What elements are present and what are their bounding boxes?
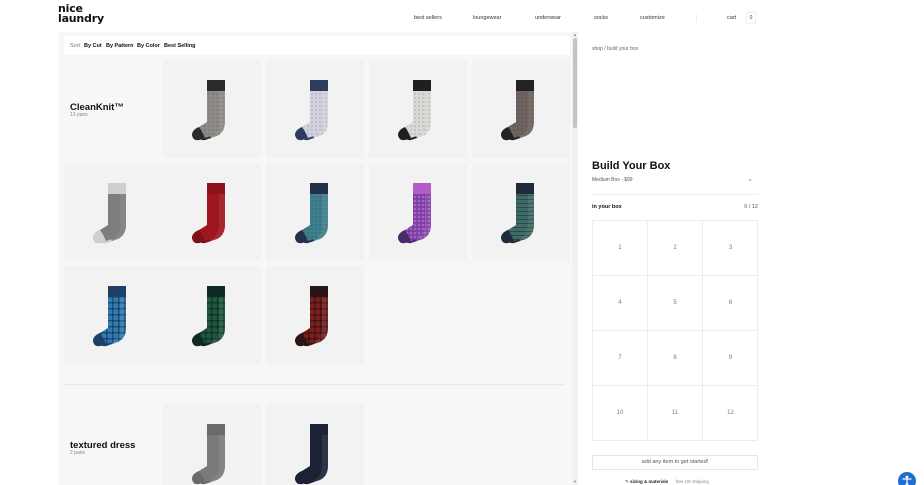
shipping-note: free US shipping (675, 479, 709, 484)
section-divider (64, 384, 564, 385)
product-tile[interactable] (472, 60, 570, 158)
sort-label: Sort (70, 43, 81, 49)
build-box-title: Build Your Box (592, 160, 671, 172)
sizing-materials-link[interactable]: sizing & materials (630, 479, 668, 484)
box-slot[interactable]: 2 (648, 221, 703, 276)
nav-divider (696, 14, 697, 22)
sock-image (192, 286, 225, 347)
box-slot[interactable]: 5 (648, 276, 703, 331)
sock-image (501, 80, 534, 141)
box-slot[interactable]: 8 (648, 331, 703, 386)
box-size-select[interactable]: Medium Box - $99 ⌄ (592, 175, 758, 187)
panel-footer: ✎ sizing & materials free US shipping (625, 479, 709, 485)
box-slot[interactable]: 1 (593, 221, 648, 276)
brand-logo[interactable]: nice laundry (58, 3, 104, 25)
sock-image (93, 286, 126, 347)
catalog-scroll-thumb[interactable] (573, 38, 577, 128)
sort-best-selling[interactable]: Best Selling (164, 43, 195, 49)
ruler-icon: ✎ (625, 479, 629, 484)
box-slot[interactable]: 11 (648, 386, 703, 441)
sock-image (192, 80, 225, 141)
product-tile[interactable] (266, 163, 364, 261)
product-tile[interactable] (163, 404, 261, 485)
product-tile[interactable] (64, 266, 162, 364)
add-item-prompt[interactable]: add any item to get started! (592, 455, 758, 470)
accessibility-icon (902, 475, 912, 485)
product-tile[interactable] (163, 266, 261, 364)
nav-underwear[interactable]: underwear (535, 15, 561, 21)
sock-image (501, 183, 534, 244)
nav-loungewear[interactable]: loungewear (473, 15, 501, 21)
sock-image (192, 424, 225, 485)
nav-customize[interactable]: customize (640, 15, 665, 21)
sock-image (295, 286, 328, 347)
box-slot[interactable]: 12 (703, 386, 758, 441)
box-slot[interactable]: 6 (703, 276, 758, 331)
sock-image (295, 424, 328, 485)
box-slot-grid: 1 2 3 4 5 6 7 8 9 10 11 12 (592, 220, 758, 441)
sock-image (295, 80, 328, 141)
sock-image (295, 183, 328, 244)
group-count-textured-dress: 2 pairs (70, 450, 86, 456)
cart-count-badge[interactable]: 0 (746, 12, 756, 24)
panel-divider (592, 194, 758, 195)
box-slot[interactable]: 10 (593, 386, 648, 441)
box-slot[interactable]: 4 (593, 276, 648, 331)
product-tile[interactable] (369, 60, 467, 158)
scroll-down-icon[interactable]: ▼ (572, 479, 578, 484)
product-tile[interactable] (472, 163, 570, 261)
product-tile[interactable] (163, 163, 261, 261)
sock-image (398, 80, 431, 141)
sock-image (93, 183, 126, 244)
scroll-up-icon[interactable]: ▲ (572, 32, 578, 37)
build-box-panel: shop / build your box Build Your Box Med… (592, 32, 758, 485)
box-slot[interactable]: 3 (703, 221, 758, 276)
cart-link[interactable]: cart (727, 15, 736, 21)
sort-by-pattern[interactable]: By Pattern (106, 43, 134, 49)
nav-socks[interactable]: socks (594, 15, 608, 21)
in-box-count: 0 / 12 (744, 204, 758, 210)
breadcrumb[interactable]: shop / build your box (592, 46, 638, 52)
product-tile[interactable] (266, 404, 364, 485)
sort-by-cut[interactable]: By Cut (84, 43, 102, 49)
box-size-value: Medium Box - $99 (592, 177, 633, 183)
group-count-cleanknit: 13 pairs (70, 112, 88, 118)
sock-image (398, 183, 431, 244)
product-tile[interactable] (266, 266, 364, 364)
in-box-label: in your box (592, 204, 622, 210)
product-catalog: Sort By Cut By Pattern By Color Best Sel… (58, 32, 578, 485)
sock-image (192, 183, 225, 244)
sort-bar: Sort By Cut By Pattern By Color Best Sel… (64, 36, 570, 55)
product-tile[interactable] (369, 163, 467, 261)
accessibility-button[interactable] (898, 472, 916, 485)
product-tile[interactable] (64, 163, 162, 261)
product-tile[interactable] (163, 60, 261, 158)
box-slot[interactable]: 7 (593, 331, 648, 386)
chevron-down-icon: ⌄ (747, 176, 753, 183)
product-tile[interactable] (266, 60, 364, 158)
site-header: nice laundry best sellers loungewear und… (0, 0, 924, 32)
box-slot[interactable]: 9 (703, 331, 758, 386)
nav-best-sellers[interactable]: best sellers (414, 15, 442, 21)
sort-by-color[interactable]: By Color (137, 43, 160, 49)
brand-line-2: laundry (58, 12, 104, 25)
